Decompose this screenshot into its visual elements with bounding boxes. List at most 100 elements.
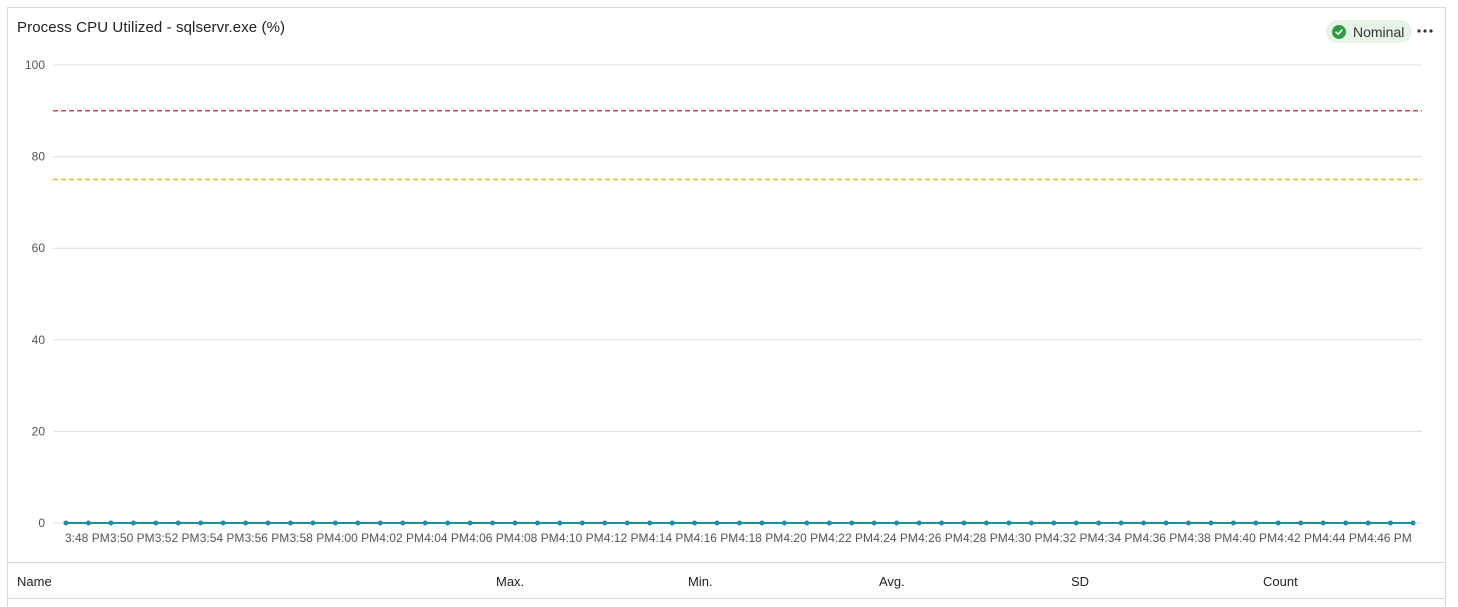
y-tick-label: 60 [32, 241, 46, 255]
data-point [534, 520, 540, 526]
column-header-count[interactable]: Count [1263, 574, 1298, 589]
data-point [759, 520, 765, 526]
chart-panel: Process CPU Utilized - sqlservr.exe (%) … [7, 7, 1446, 607]
data-point [1073, 520, 1079, 526]
column-header-avg[interactable]: Avg. [879, 574, 905, 589]
x-tick-label: 4:36 PM [1143, 531, 1188, 545]
data-point [288, 520, 293, 526]
x-tick-label: 4:42 PM [1277, 531, 1322, 545]
data-point [490, 520, 496, 526]
x-tick-label: 4:16 PM [694, 531, 739, 545]
x-tick-label: 4:00 PM [334, 531, 379, 545]
data-point [130, 520, 136, 526]
data-point [332, 520, 338, 526]
data-point [826, 520, 832, 526]
data-point [961, 520, 967, 526]
data-point [983, 520, 989, 526]
data-point [1365, 520, 1371, 526]
data-point [647, 520, 653, 526]
data-point [1230, 520, 1236, 526]
data-point [737, 520, 742, 526]
data-point [714, 520, 720, 526]
data-point [1006, 520, 1012, 526]
x-tick-label: 4:06 PM [469, 531, 514, 545]
data-point [153, 520, 159, 526]
data-point [781, 520, 787, 526]
y-tick-label: 80 [32, 150, 46, 164]
x-tick-label: 4:22 PM [828, 531, 873, 545]
line-chart: 0 20 40 60 80 100 3:48 PM 3:50 PM 3:52 PM 3:54 PM… [25, 58, 1422, 545]
data-point [871, 520, 877, 526]
x-tick-label: 4:32 PM [1053, 531, 1098, 545]
x-tick-label: 3:50 PM [110, 531, 155, 545]
x-tick-label: 4:24 PM [873, 531, 918, 545]
x-tick-label: 4:20 PM [783, 531, 828, 545]
data-point [1298, 520, 1304, 526]
x-tick-label: 4:30 PM [1008, 531, 1053, 545]
data-point [1320, 520, 1326, 526]
data-point [1096, 520, 1102, 526]
data-point [108, 520, 114, 526]
y-tick-label: 40 [32, 333, 46, 347]
data-point [1118, 520, 1124, 526]
data-point [916, 520, 922, 526]
data-point [579, 520, 585, 526]
x-tick-label: 4:28 PM [963, 531, 1008, 545]
column-header-name[interactable]: Name [17, 574, 52, 589]
x-tick-label: 4:46 PM [1367, 531, 1412, 545]
data-point [557, 520, 563, 526]
x-tick-label: 3:54 PM [200, 531, 245, 545]
data-point [175, 520, 181, 526]
data-point [467, 520, 473, 526]
x-tick-label: 3:48 PM [65, 531, 110, 545]
data-point [939, 520, 945, 526]
data-point [849, 520, 855, 526]
x-tick-label: 4:26 PM [918, 531, 963, 545]
x-tick-label: 4:02 PM [379, 531, 424, 545]
data-point [1275, 520, 1281, 526]
data-point [400, 520, 406, 526]
x-tick-label: 4:44 PM [1322, 531, 1367, 545]
data-point [445, 520, 451, 526]
x-tick-label: 4:12 PM [604, 531, 649, 545]
x-tick-label: 4:34 PM [1098, 531, 1143, 545]
x-tick-label: 4:04 PM [424, 531, 469, 545]
x-tick-label: 3:56 PM [245, 531, 290, 545]
data-point [377, 520, 383, 526]
x-tick-label: 3:58 PM [290, 531, 335, 545]
data-point [1208, 520, 1214, 526]
data-point [894, 520, 900, 526]
column-header-sd[interactable]: SD [1071, 574, 1089, 589]
x-tick-label: 4:08 PM [514, 531, 559, 545]
data-point [355, 520, 361, 526]
data-point [1253, 520, 1259, 526]
data-point [422, 520, 428, 526]
column-header-max[interactable]: Max. [496, 574, 524, 589]
data-point [220, 520, 226, 526]
data-point [63, 520, 69, 526]
data-point [602, 520, 608, 526]
data-point [804, 520, 810, 526]
y-tick-label: 20 [32, 424, 46, 438]
data-point [692, 520, 698, 526]
data-point [669, 520, 675, 526]
data-point [243, 520, 249, 526]
data-point [1388, 520, 1394, 526]
x-tick-label: 4:40 PM [1232, 531, 1277, 545]
data-point [198, 520, 204, 526]
data-point [1410, 520, 1416, 526]
data-point [1186, 520, 1191, 526]
x-tick-label: 3:52 PM [155, 531, 200, 545]
data-point [1163, 520, 1169, 526]
data-point [512, 520, 518, 526]
x-tick-label: 4:18 PM [739, 531, 784, 545]
x-tick-label: 4:38 PM [1188, 531, 1233, 545]
column-header-min[interactable]: Min. [688, 574, 713, 589]
y-tick-label: 100 [25, 58, 45, 72]
data-point [265, 520, 271, 526]
y-tick-label: 0 [38, 516, 45, 530]
data-point [1343, 520, 1349, 526]
data-point [624, 520, 630, 526]
data-point [1051, 520, 1057, 526]
stats-table-header: Name Max. Min. Avg. SD Count [8, 562, 1445, 599]
